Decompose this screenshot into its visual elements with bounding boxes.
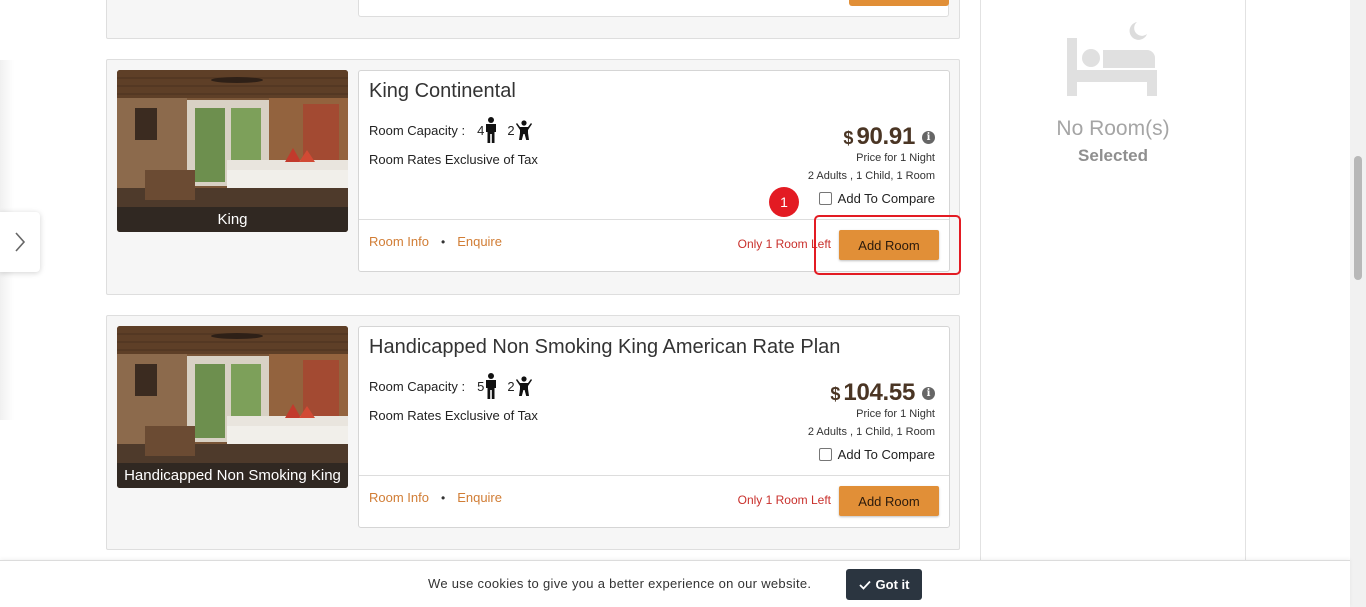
- annotation-badge: 1: [769, 187, 799, 217]
- child-icon: [515, 376, 532, 396]
- add-to-compare[interactable]: Add To Compare: [818, 447, 935, 462]
- highlight-box: [814, 215, 961, 275]
- room-links: Room Info • Enquire: [369, 234, 502, 249]
- room-links: Room Info • Enquire: [369, 490, 502, 505]
- adult-icon: [486, 117, 497, 143]
- currency-symbol: $: [843, 128, 854, 148]
- booking-summary-panel: No Room(s) Selected: [980, 0, 1246, 607]
- price-per-night: Price for 1 Night: [856, 408, 935, 420]
- cookie-accept-button[interactable]: Got it: [846, 569, 922, 600]
- room-title: Handicapped Non Smoking King American Ra…: [369, 336, 841, 358]
- rate-note: Room Rates Exclusive of Tax: [369, 408, 538, 423]
- price-block: $ 90.91 i Price for 1 Night 2 Adults , 1…: [808, 123, 935, 182]
- add-room-button[interactable]: Add Room: [839, 486, 939, 516]
- summary-subtitle: Selected: [1078, 146, 1148, 165]
- room-info-link[interactable]: Room Info: [369, 490, 429, 505]
- compare-checkbox[interactable]: [818, 192, 832, 205]
- add-room-button-fragment[interactable]: [849, 0, 949, 6]
- check-icon: [858, 580, 871, 590]
- cookie-accept-label: Got it: [875, 577, 910, 592]
- child-count: 2: [507, 378, 515, 394]
- page-scrollbar[interactable]: [1350, 0, 1366, 607]
- enquire-link[interactable]: Enquire: [457, 490, 502, 505]
- info-icon[interactable]: i: [922, 130, 935, 144]
- bed-moon-icon: [1067, 22, 1157, 96]
- price: $ 104.55 i: [808, 379, 935, 407]
- scrollbar-thumb[interactable]: [1354, 156, 1362, 280]
- child-icon: [515, 120, 532, 140]
- compare-label: Add To Compare: [837, 191, 935, 206]
- adult-icon: [486, 373, 497, 399]
- room-details: Handicapped Non Smoking King American Ra…: [358, 326, 950, 528]
- summary-title: No Room(s): [1056, 117, 1170, 140]
- price-amount: 104.55: [843, 379, 915, 406]
- room-capacity: Room Capacity : 5 2: [369, 373, 532, 399]
- currency-symbol: $: [830, 384, 841, 404]
- divider: [359, 475, 949, 476]
- side-panel-toggle[interactable]: [0, 212, 40, 272]
- compare-label: Add To Compare: [837, 447, 935, 462]
- separator-dot: •: [440, 234, 446, 249]
- room-capacity-label: Room Capacity :: [369, 122, 466, 138]
- rate-note: Room Rates Exclusive of Tax: [369, 152, 538, 167]
- room-info-link[interactable]: Room Info: [369, 234, 429, 249]
- child-count: 2: [507, 122, 515, 138]
- room-photo[interactable]: King: [117, 70, 348, 232]
- price-block: $ 104.55 i Price for 1 Night 2 Adults , …: [808, 379, 935, 438]
- booking-page: King King Continental Room Capacity : 4 …: [0, 0, 1366, 607]
- adult-count: 5: [477, 378, 485, 394]
- occupancy-summary: 2 Adults , 1 Child, 1 Room: [807, 426, 935, 438]
- room-title: King Continental: [369, 80, 516, 102]
- room-photo-caption: Handicapped Non Smoking King: [117, 463, 348, 488]
- price: $ 90.91 i: [808, 123, 935, 151]
- compare-checkbox[interactable]: [818, 448, 832, 461]
- price-per-night: Price for 1 Night: [856, 152, 935, 164]
- enquire-link[interactable]: Enquire: [457, 234, 502, 249]
- cookie-message: We use cookies to give you a better expe…: [428, 576, 812, 591]
- add-to-compare[interactable]: Add To Compare: [818, 191, 935, 206]
- room-photo-caption: King: [117, 207, 348, 232]
- occupancy-summary: 2 Adults , 1 Child, 1 Room: [807, 170, 935, 182]
- room-capacity-label: Room Capacity :: [369, 378, 466, 394]
- chevron-right-icon: [15, 232, 26, 252]
- availability-notice: Only 1 Room Left: [737, 493, 831, 507]
- info-icon[interactable]: i: [922, 386, 935, 400]
- room-capacity: Room Capacity : 4 2: [369, 117, 532, 143]
- room-card-previous: [106, 0, 960, 39]
- room-card: Handicapped Non Smoking King Handicapped…: [106, 315, 960, 550]
- room-photo[interactable]: Handicapped Non Smoking King: [117, 326, 348, 488]
- cookie-banner: We use cookies to give you a better expe…: [0, 560, 1350, 607]
- adult-count: 4: [477, 122, 485, 138]
- price-amount: 90.91: [856, 123, 915, 150]
- separator-dot: •: [440, 490, 446, 505]
